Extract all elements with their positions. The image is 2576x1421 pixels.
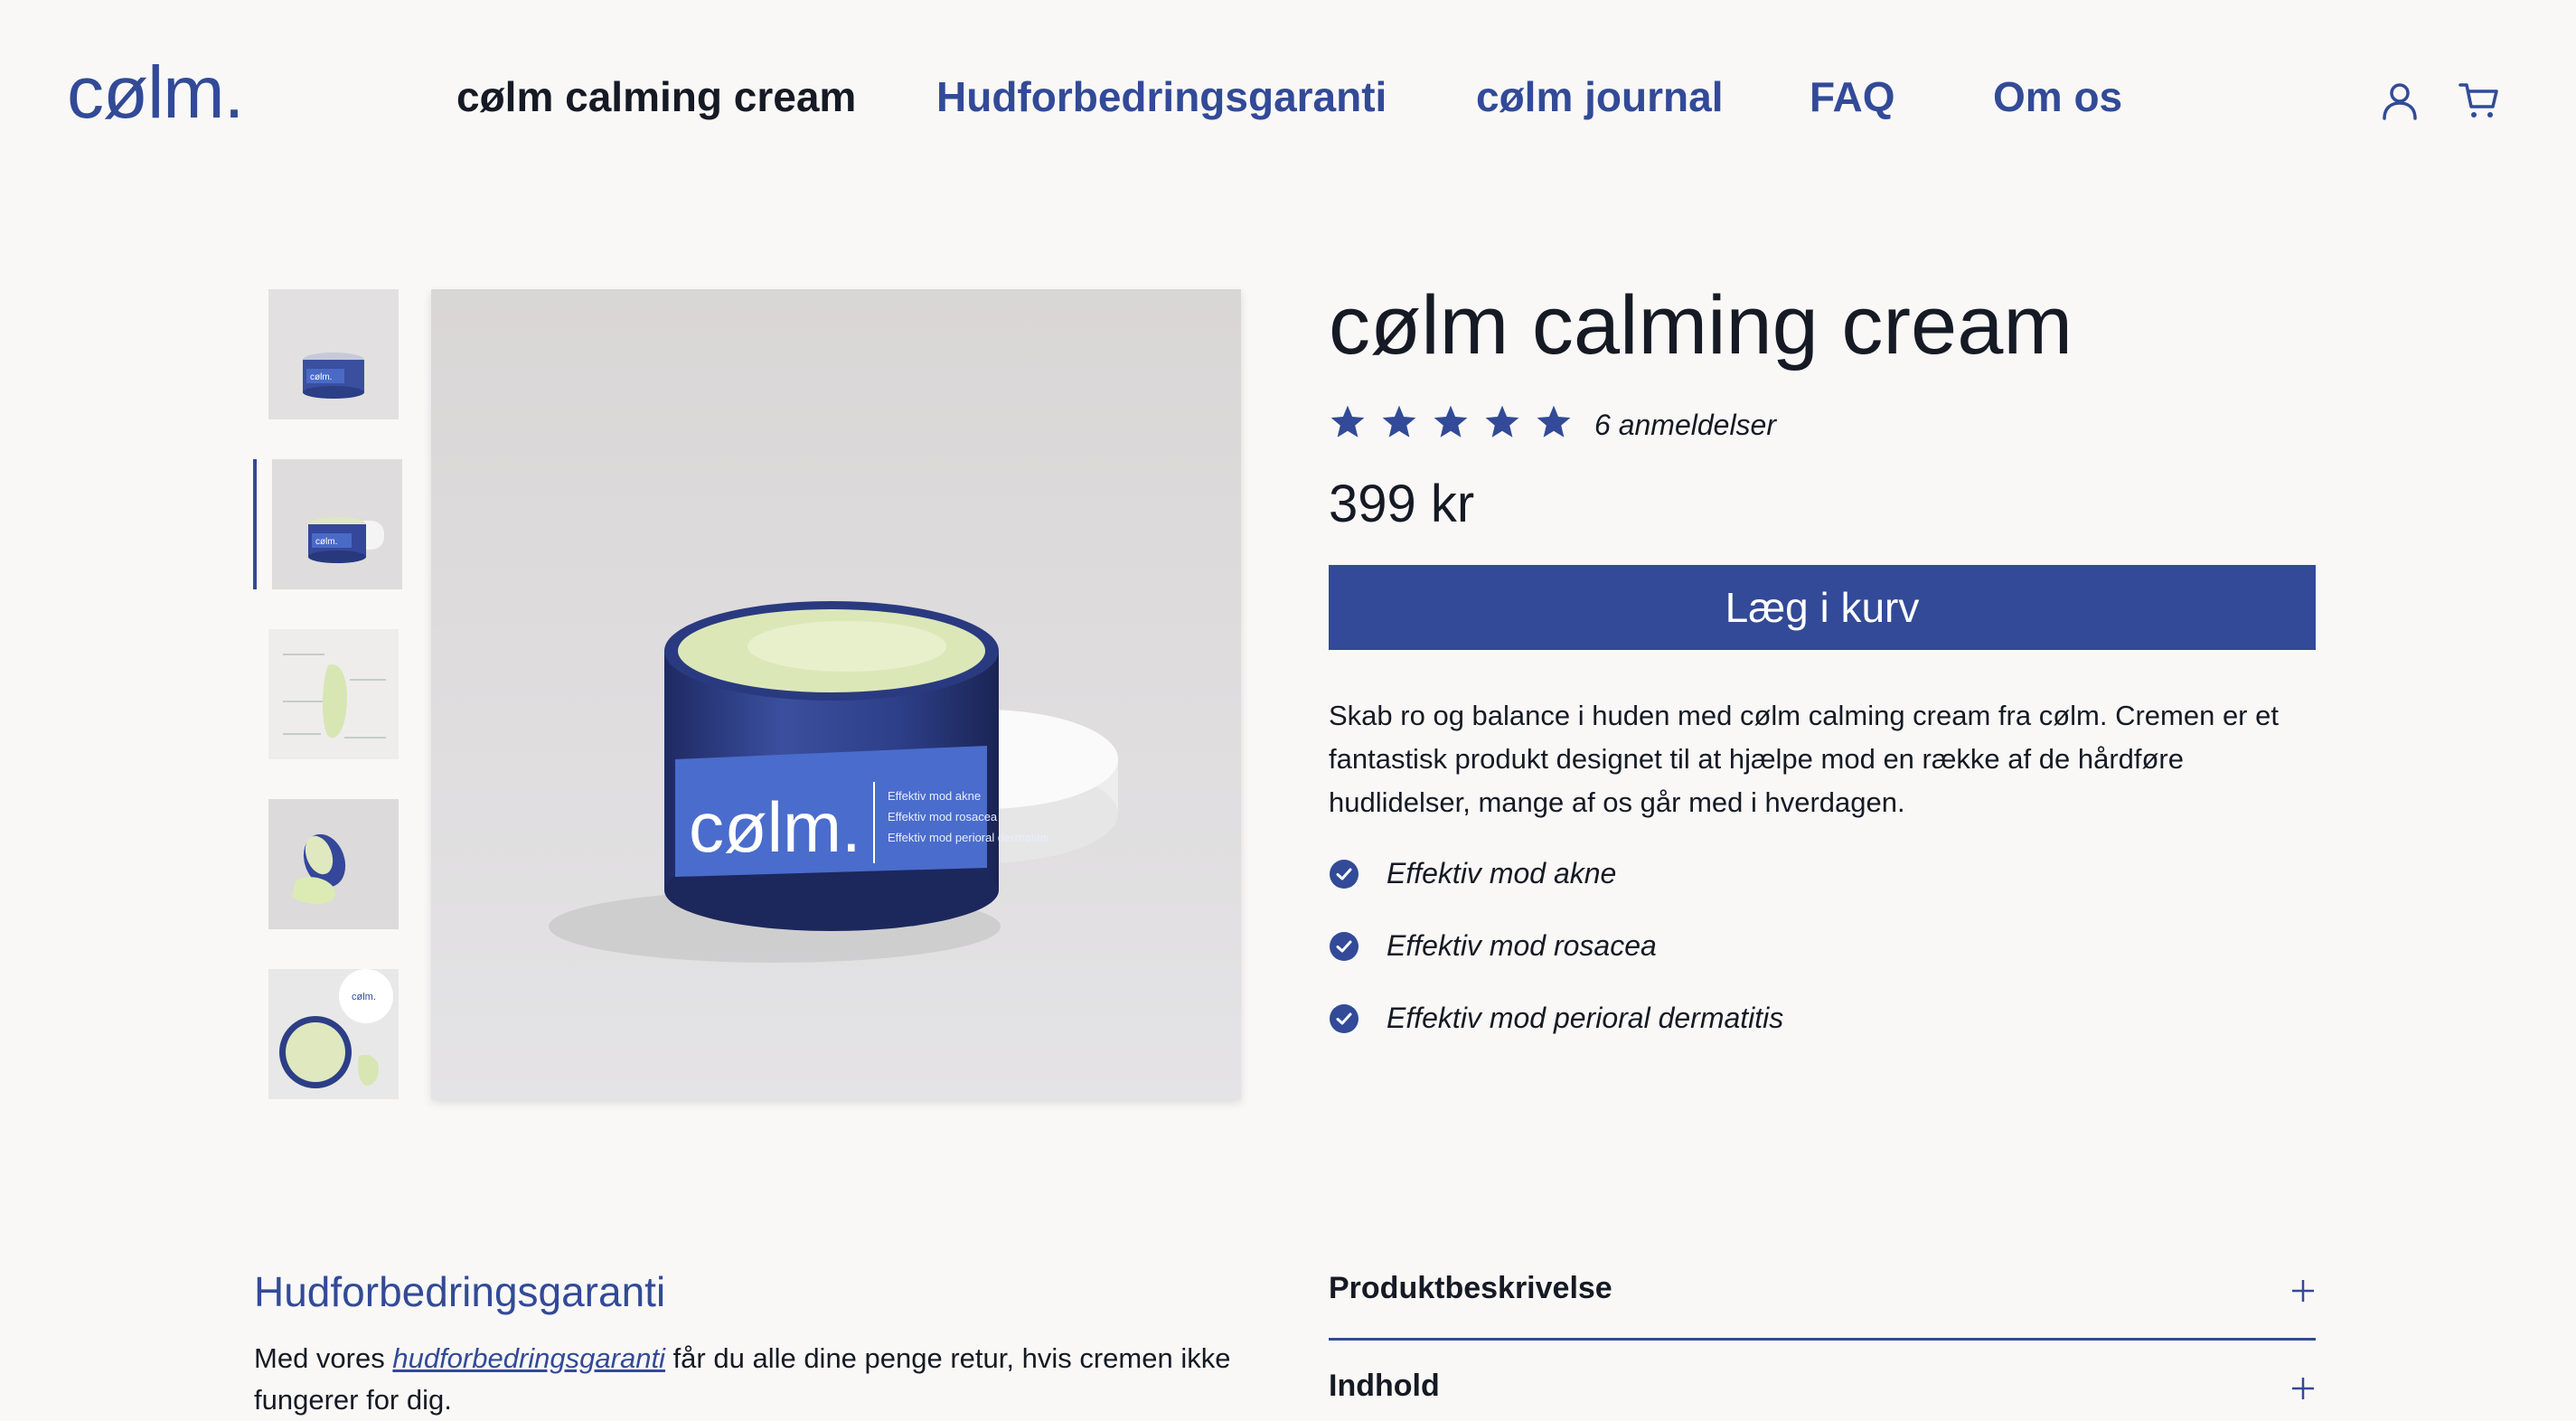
rating-stars[interactable] [1329, 403, 1573, 441]
brand-logo[interactable]: cølm. [67, 56, 244, 130]
nav-item-journal[interactable]: cølm journal [1476, 76, 1723, 118]
guarantee-link[interactable]: hudforbedringsgaranti [392, 1342, 665, 1374]
product-description: Skab ro og balance i huden med cølm calm… [1329, 700, 2279, 818]
accordion-label: Produktbeskrivelse [1329, 1271, 1612, 1305]
star-icon [1434, 405, 1468, 438]
feature-item: Effektiv mod akne [1329, 857, 1616, 890]
feature-text: Effektiv mod akne [1387, 857, 1617, 889]
nav-item-om-os[interactable]: Om os [1993, 76, 2122, 118]
feature-item: Effektiv mod rosacea [1329, 929, 1657, 963]
thumbnail-jar-front[interactable]: cølm. [268, 289, 399, 419]
star-icon [1330, 405, 1365, 438]
guarantee-text: Med vores hudforbedringsgaranti får du a… [254, 1338, 1239, 1421]
thumbnail-jar-open[interactable]: cølm. [272, 459, 402, 589]
nav-item-faq[interactable]: FAQ [1810, 76, 1895, 118]
svg-text:Effektiv mod akne: Effektiv mod akne [888, 789, 981, 803]
star-icon [1537, 405, 1571, 438]
main-product-image: cølm. Effektiv mod akne Effektiv mod ros… [431, 289, 1241, 1099]
cart-icon[interactable] [2458, 80, 2500, 121]
feature-text: Effektiv mod rosacea [1387, 929, 1657, 962]
svg-text:cølm.: cølm. [310, 372, 332, 382]
svg-text:Effektiv mod rosacea: Effektiv mod rosacea [888, 810, 998, 823]
nav-item-hudforbedringsgaranti[interactable]: Hudforbedringsgaranti [936, 76, 1387, 118]
review-count-link[interactable]: 6 anmeldelser [1594, 409, 1776, 442]
svg-text:Effektiv mod perioral dermatit: Effektiv mod perioral dermatitis [888, 831, 1049, 844]
star-icon [1382, 405, 1416, 438]
add-to-cart-button[interactable]: Læg i kurv [1329, 565, 2316, 650]
user-icon[interactable] [2379, 80, 2421, 121]
svg-text:cølm.: cølm. [315, 537, 337, 547]
plus-icon[interactable] [2290, 1376, 2316, 1401]
nav-item-calming-cream[interactable]: cølm calming cream [456, 76, 856, 118]
guarantee-text-start: Med vores [254, 1342, 393, 1374]
accordion-indhold[interactable]: Indhold [1329, 1363, 2316, 1407]
accordion-produktbeskrivelse[interactable]: Produktbeskrivelse [1329, 1266, 2316, 1320]
plus-icon[interactable] [2290, 1278, 2316, 1303]
check-circle-icon [1330, 931, 1359, 961]
accordion-label: Indhold [1329, 1369, 1440, 1403]
check-circle-icon [1330, 859, 1359, 889]
feature-item: Effektiv mod perioral dermatitis [1329, 1002, 1783, 1035]
thumbnail-jar-top[interactable]: cølm. [268, 969, 399, 1099]
guarantee-heading: Hudforbedringsgaranti [254, 1268, 666, 1315]
feature-text: Effektiv mod perioral dermatitis [1387, 1002, 1784, 1034]
thumbnail-selected-indicator [253, 459, 257, 589]
thumbnail-jar-tipped[interactable] [268, 799, 399, 929]
thumbnail-ingredients[interactable] [268, 629, 399, 759]
svg-text:cølm.: cølm. [352, 992, 376, 1002]
product-title: cølm calming cream [1329, 279, 2073, 372]
accordion-divider [1329, 1338, 2316, 1341]
svg-text:cølm.: cølm. [689, 787, 861, 867]
star-icon [1485, 405, 1519, 438]
check-circle-icon [1330, 1003, 1359, 1033]
product-price: 399 kr [1329, 475, 1475, 533]
